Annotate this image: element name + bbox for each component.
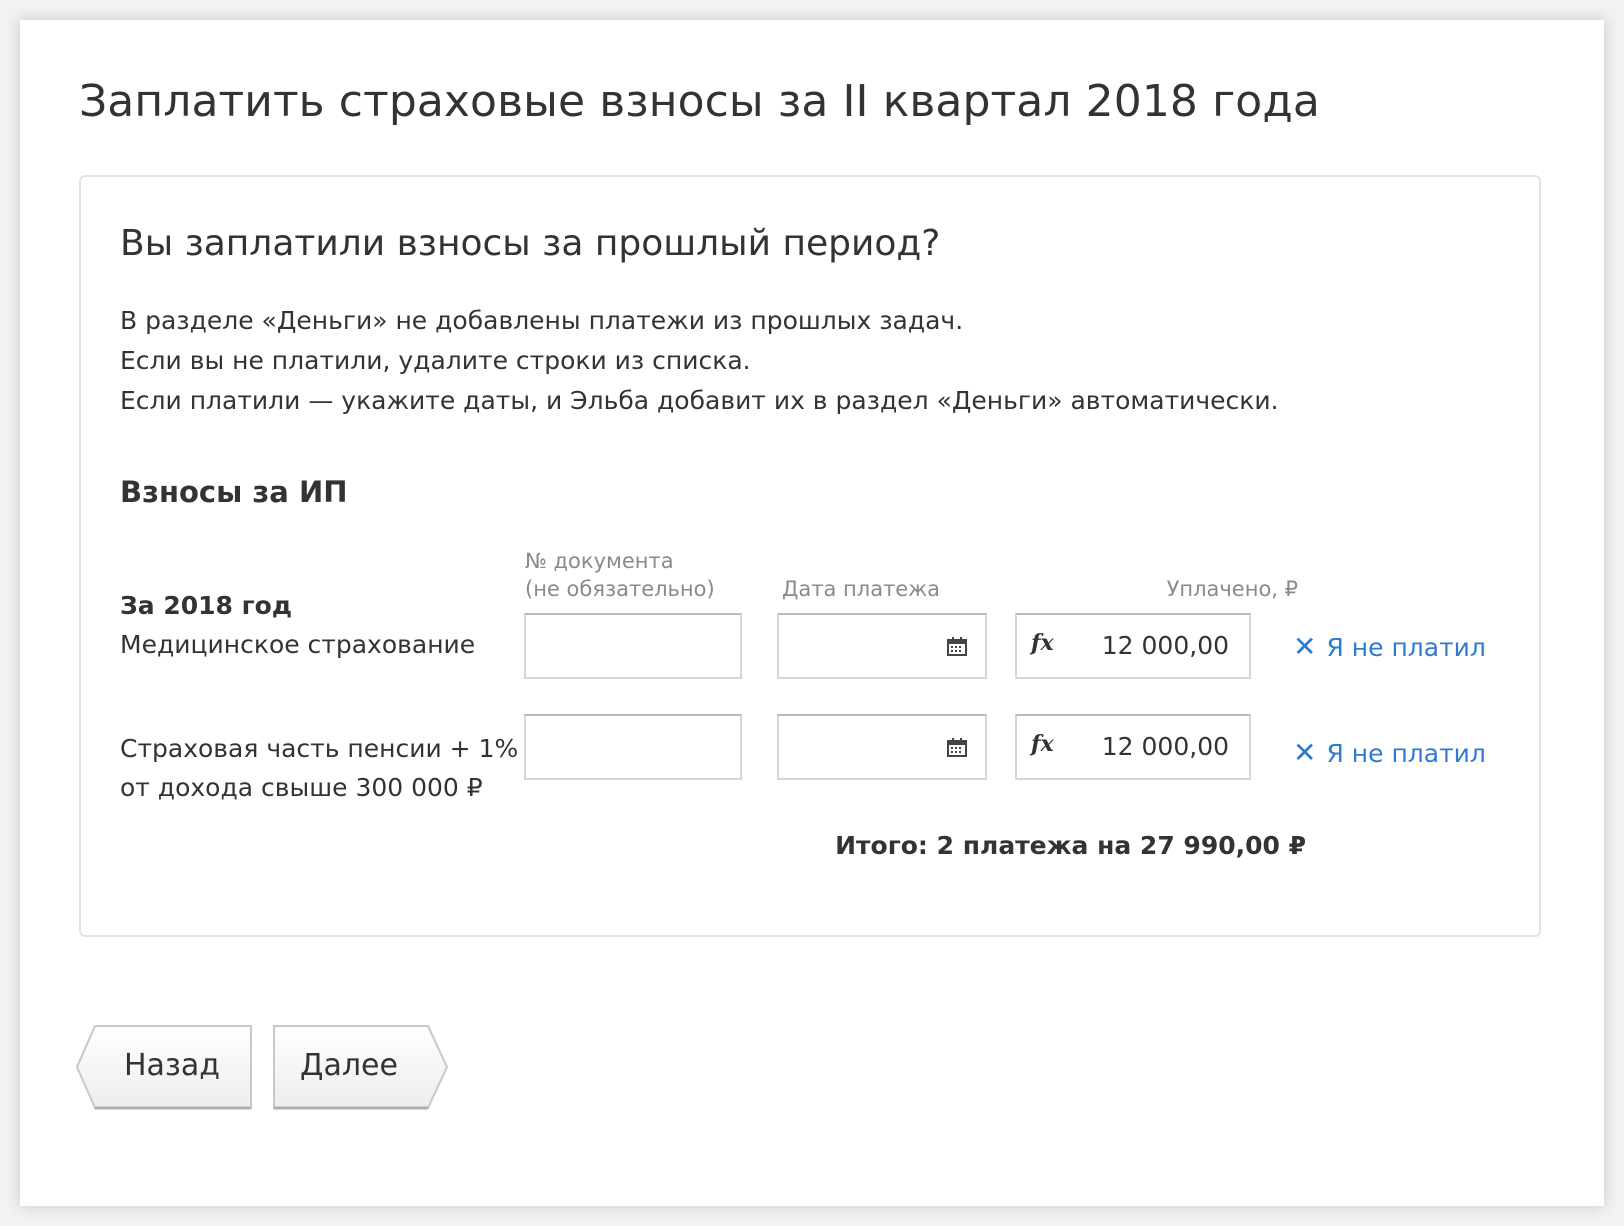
intro-text: В разделе «Деньги» не добавлены платежи … — [120, 301, 1279, 421]
next-button-label[interactable]: Далее — [260, 1024, 438, 1108]
doc-number-field[interactable] — [524, 613, 742, 679]
intro-line: В разделе «Деньги» не добавлены платежи … — [120, 306, 964, 335]
back-button[interactable]: Назад — [75, 1024, 253, 1112]
doc-number-input[interactable] — [526, 615, 740, 677]
amount-value[interactable]: 12 000,00 — [1102, 732, 1229, 761]
doc-number-column-header: № документа (не обязательно) — [525, 547, 715, 603]
section-title: Взносы за ИП — [120, 475, 348, 509]
amount-field[interactable]: fx 12 000,00 — [1015, 714, 1251, 780]
payment-date-column-header: Дата платежа — [782, 577, 941, 601]
page-title: Заплатить страховые взносы за II квартал… — [79, 76, 1320, 127]
next-button[interactable]: Далее — [272, 1024, 450, 1112]
fx-icon[interactable]: fx — [1031, 630, 1054, 656]
year-label: За 2018 год — [120, 591, 293, 620]
intro-line: Если платили — укажите даты, и Эльба доб… — [120, 386, 1279, 415]
close-icon[interactable]: ✕ — [1293, 736, 1316, 769]
close-icon[interactable]: ✕ — [1293, 630, 1316, 663]
row-label-line: Страховая часть пенсии + 1% — [120, 734, 519, 763]
card-title: Вы заплатили взносы за прошлый период? — [120, 223, 941, 264]
amount-value[interactable]: 12 000,00 — [1102, 631, 1229, 660]
not-paid-label[interactable]: Я не платил — [1326, 633, 1485, 662]
doc-number-header-line2: (не обязательно) — [525, 577, 715, 601]
payment-date-field[interactable] — [777, 714, 987, 780]
row-label-line: от дохода свыше 300 000 ₽ — [120, 773, 483, 802]
row-label-line: Медицинское страхование — [120, 630, 476, 659]
total-summary: Итого: 2 платежа на 27 990,00 ₽ — [835, 831, 1306, 860]
doc-number-header-line1: № документа — [525, 549, 674, 573]
calendar-icon[interactable] — [947, 738, 967, 757]
not-paid-button[interactable]: ✕ Я не платил — [1293, 736, 1486, 769]
not-paid-button[interactable]: ✕ Я не платил — [1293, 630, 1486, 663]
paid-column-header: Уплачено, ₽ — [1166, 577, 1298, 601]
row-label-medical: Медицинское страхование — [120, 625, 475, 664]
back-button-label[interactable]: Назад — [83, 1024, 261, 1108]
row-label-pension: Страховая часть пенсии + 1% от дохода св… — [120, 729, 518, 807]
payment-date-field[interactable] — [777, 613, 987, 679]
fx-icon[interactable]: fx — [1031, 731, 1054, 757]
amount-field[interactable]: fx 12 000,00 — [1015, 613, 1251, 679]
calendar-icon[interactable] — [947, 637, 967, 656]
page: Заплатить страховые взносы за II квартал… — [20, 20, 1604, 1206]
doc-number-input[interactable] — [526, 716, 740, 778]
intro-line: Если вы не платили, удалите строки из сп… — [120, 346, 751, 375]
doc-number-field[interactable] — [524, 714, 742, 780]
previous-period-card: Вы заплатили взносы за прошлый период? В… — [79, 175, 1541, 937]
not-paid-label[interactable]: Я не платил — [1326, 739, 1485, 768]
